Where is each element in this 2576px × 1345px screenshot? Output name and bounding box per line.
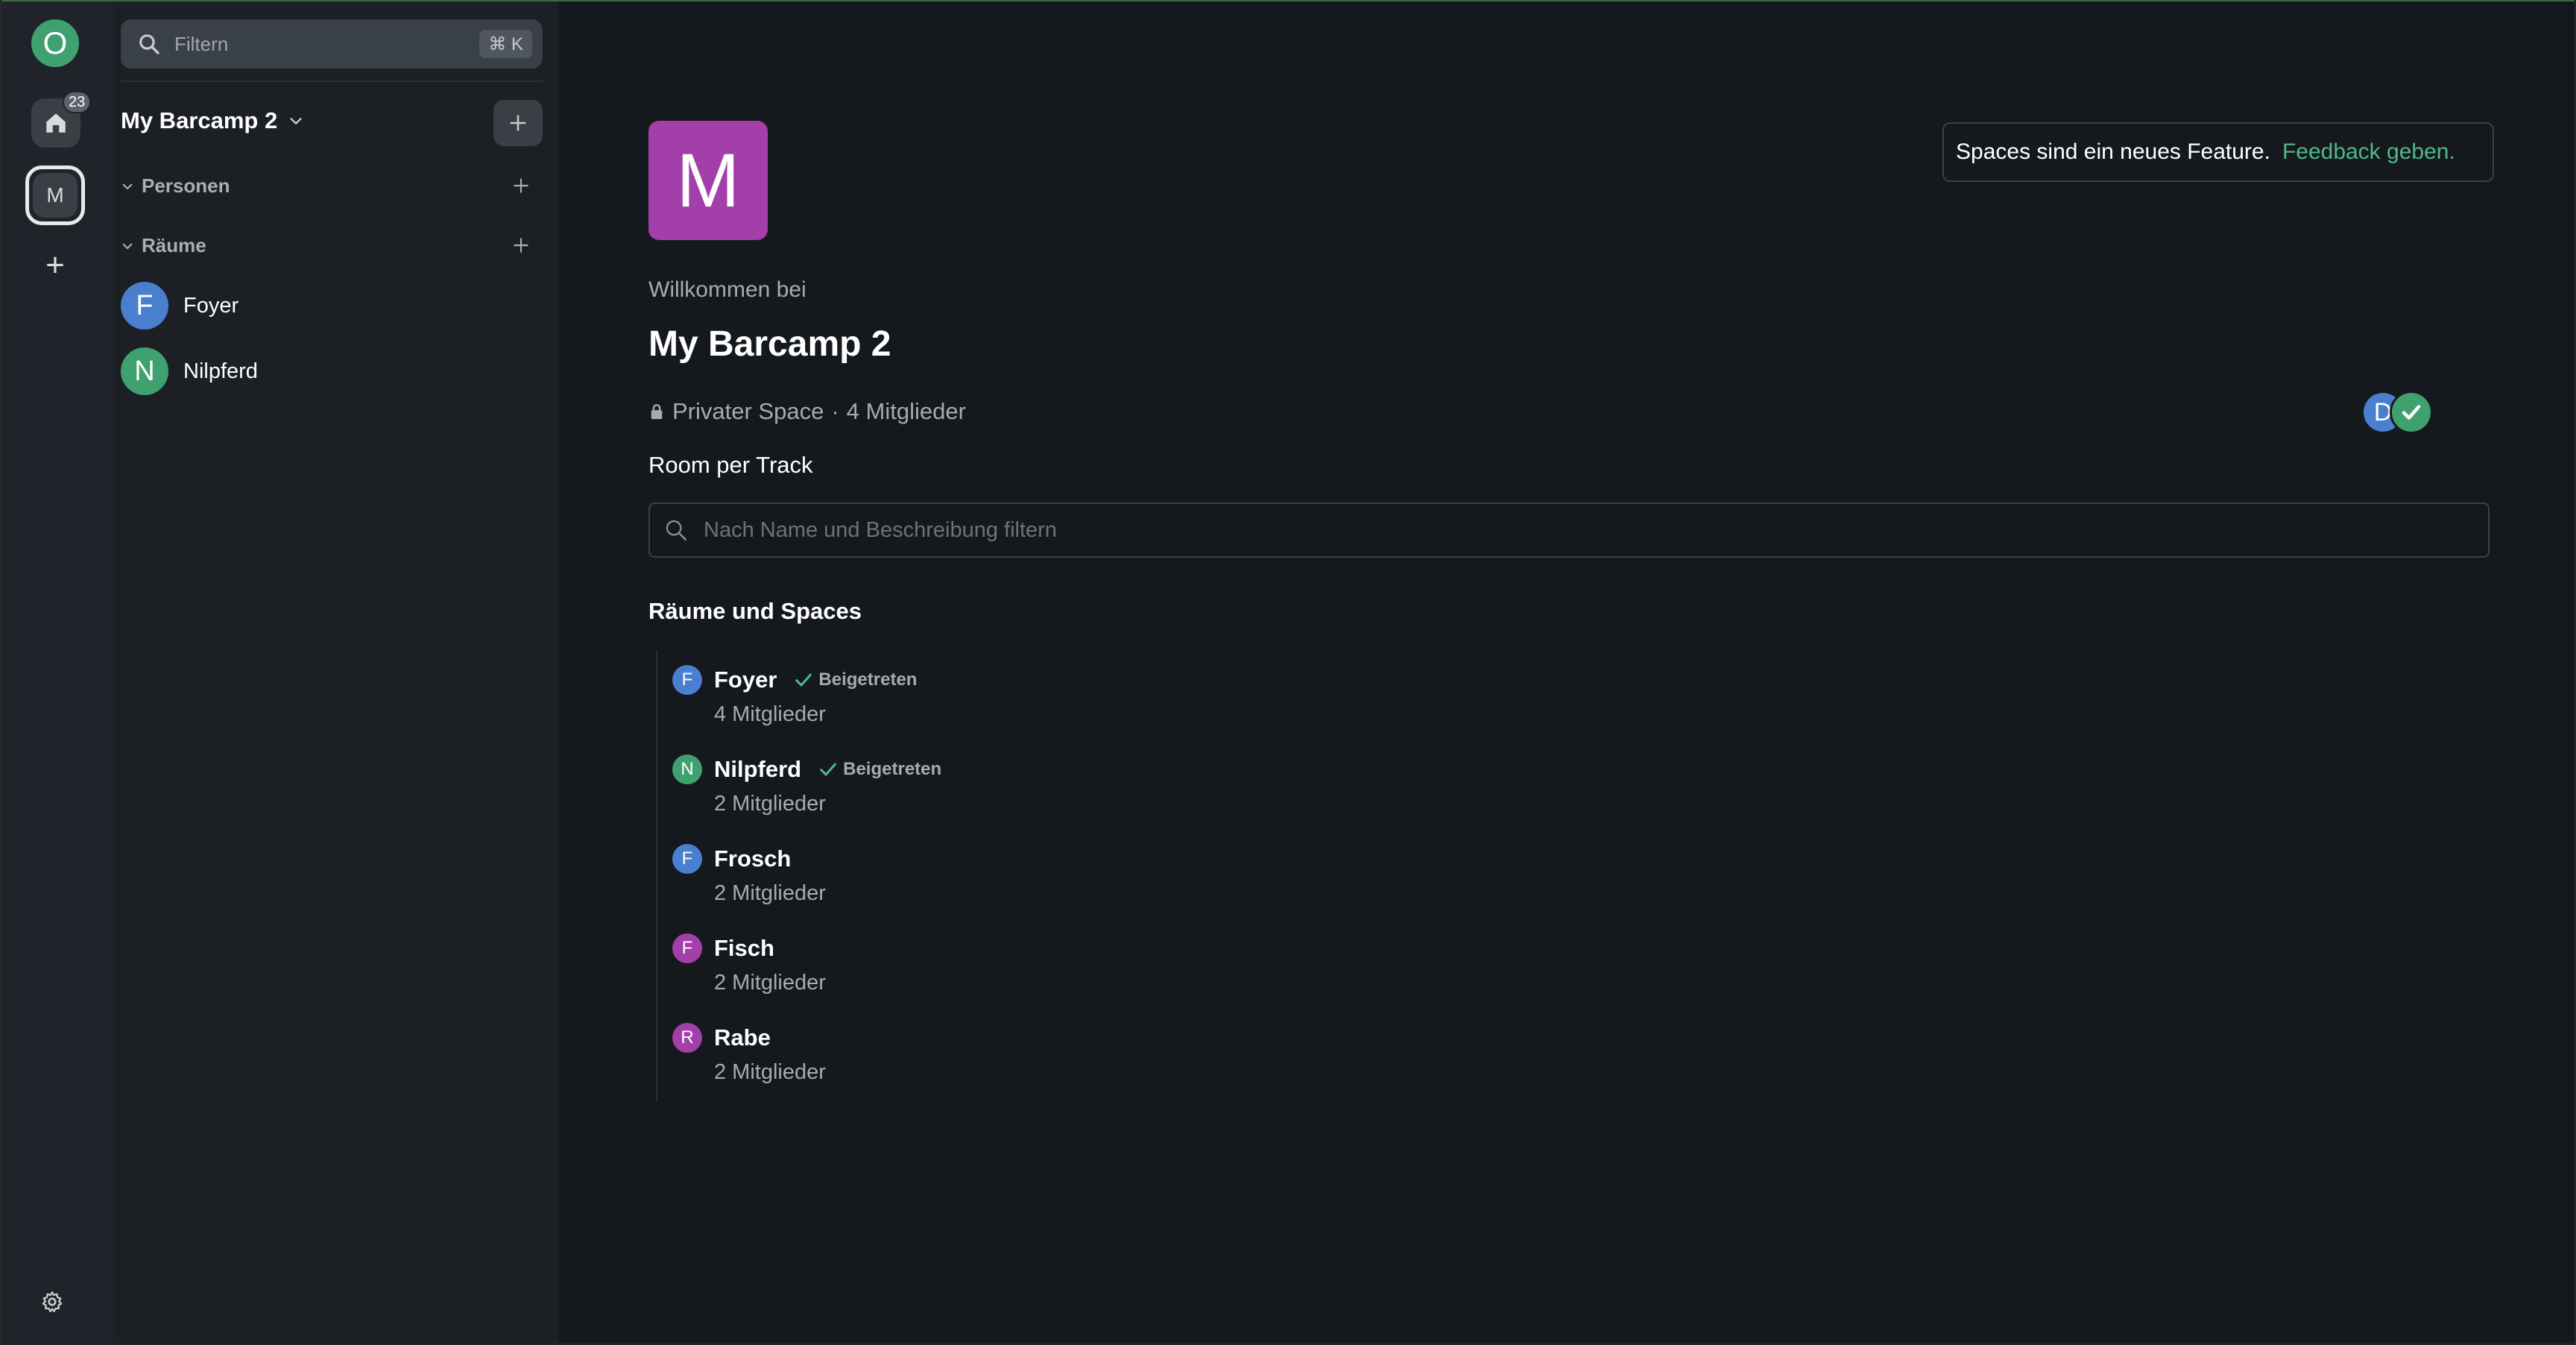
hierarchy-room-foyer[interactable]: F Foyer Beigetreten 4 Mitglieder [672,665,917,727]
room-avatar: F [672,933,702,963]
room-name: Nilpferd [183,359,258,383]
meta-separator: · [831,398,839,424]
room-name: Fisch [714,935,774,961]
add-room-button[interactable] [508,233,534,258]
room-member-count: 2 Mitglieder [714,1060,826,1084]
hierarchy-line [656,650,657,1102]
room-avatar: F [672,665,702,695]
notification-badge: 23 [63,91,92,113]
space-context-menu-button[interactable]: My Barcamp 2 [121,107,304,134]
feedback-link[interactable]: Feedback geben. [2282,139,2455,165]
room-member-count: 2 Mitglieder [714,971,826,995]
room-name: Foyer [714,667,777,693]
chevron-down-icon [122,183,133,189]
room-name: Foyer [183,293,239,318]
room-avatar: N [121,347,168,395]
chevron-down-icon [122,243,133,249]
section-label: Personen [142,174,230,197]
checkmark-icon [820,763,836,776]
lock-icon [651,404,663,420]
joined-badge: Beigetreten [818,759,941,780]
hierarchy-room-frosch[interactable]: F Frosch 2 Mitglieder [672,844,826,906]
welcome-text: Willkommen bei [648,277,806,302]
space-add-button[interactable] [493,100,543,146]
search-icon [666,520,687,541]
quick-settings-button[interactable] [36,1285,69,1318]
room-member-count: 4 Mitglieder [714,702,826,726]
plus-icon [514,178,528,193]
room-avatar: F [672,844,702,874]
gear-icon [42,1291,63,1312]
space-title: My Barcamp 2 [121,107,278,133]
plus-icon [510,115,526,131]
add-person-button[interactable] [508,173,534,198]
room-member-count: 2 Mitglieder [714,881,826,905]
rooms-and-spaces-heading: Räume und Spaces [648,598,862,624]
member-avatars[interactable]: D [2361,391,2451,435]
joined-label: Beigetreten [818,670,918,690]
search-icon [139,34,160,54]
chevron-down-icon [290,118,302,125]
space-title: My Barcamp 2 [648,324,891,364]
plus-icon [514,238,528,253]
space-topic: Room per Track [648,452,813,478]
member-count-link[interactable]: 4 Mitglieder [847,398,966,425]
user-avatar[interactable]: O [31,19,79,67]
section-label: Räume [142,234,206,256]
home-icon [46,113,66,133]
room-avatar: F [121,282,168,330]
room-member-count: 2 Mitglieder [714,792,826,816]
hierarchy-room-nilpferd[interactable]: N Nilpferd Beigetreten 2 Mitglieder [672,755,941,816]
section-header-people[interactable]: Personen [121,174,230,198]
create-space-button[interactable]: + [37,249,73,285]
section-header-rooms[interactable]: Räume [121,234,206,257]
room-name: Rabe [714,1024,771,1051]
room-avatar: R [672,1023,702,1053]
space-avatar-large: M [648,121,768,240]
room-list-panel: Filtern ⌘ K My Barcamp 2 Personen Räume … [113,1,559,1344]
room-search-input[interactable]: Nach Name und Beschreibung filtern [648,503,2490,558]
joined-label: Beigetreten [843,759,942,779]
space-home: M Spaces sind ein neues Feature. Feedbac… [559,1,2575,1344]
checkmark-icon [795,673,812,687]
filter-label: Filtern [174,32,229,55]
app-window: O 23 M + Filtern ⌘ K My Barcamp 2 Person… [0,0,2576,1345]
notice-text: Spaces sind ein neues Feature. [1956,139,2270,164]
keyboard-shortcut-hint: ⌘ K [479,30,532,58]
member-avatar-check [2390,391,2433,434]
room-name: Frosch [714,845,792,872]
space-rail: O 23 M + [1,1,113,1344]
room-tile-nilpferd[interactable]: N Nilpferd [121,347,258,395]
room-name: Nilpferd [714,756,802,782]
search-placeholder: Nach Name und Beschreibung filtern [704,517,1057,542]
hierarchy-room-fisch[interactable]: F Fisch 2 Mitglieder [672,933,826,995]
room-avatar: N [672,755,702,784]
hierarchy-room-rabe[interactable]: R Rabe 2 Mitglieder [672,1023,826,1085]
space-meta: Privater Space · 4 Mitglieder [648,398,966,425]
joined-badge: Beigetreten [793,670,917,690]
space-avatar: M [33,173,78,218]
visibility-label: Privater Space [672,398,824,424]
space-button-my-barcamp[interactable]: M [25,166,85,225]
feedback-notice: Spaces sind ein neues Feature. Feedback … [1942,122,2494,182]
room-tile-foyer[interactable]: F Foyer [121,282,239,330]
checkmark-icon [2402,405,2421,420]
divider [121,81,543,82]
room-filter-button[interactable]: Filtern ⌘ K [121,19,543,69]
